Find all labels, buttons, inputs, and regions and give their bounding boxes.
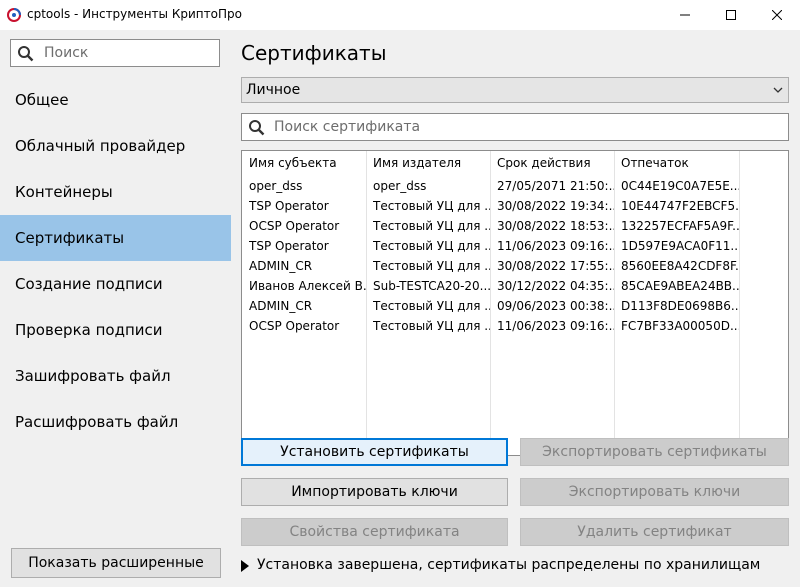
cell-issuer: Тестовый УЦ для ...: [373, 239, 490, 253]
search-icon: [249, 120, 265, 136]
cell-issuer: Тестовый УЦ для ...: [373, 259, 490, 273]
cell-thumbprint: FC7BF33A00050D...: [621, 319, 739, 333]
cell-thumbprint: 85CAE9ABEA24BB...: [621, 279, 739, 293]
cell-subject: TSP Operator: [249, 199, 329, 213]
table-row[interactable]: ADMIN_CR Тестовый УЦ для ... 09/06/2023 …: [242, 297, 788, 317]
column-header-issuer[interactable]: Имя издателя: [373, 156, 490, 170]
export-keys-button[interactable]: Экспортировать ключи: [520, 478, 789, 506]
sidebar-item-cloud-provider[interactable]: Облачный провайдер: [0, 123, 231, 169]
table-row[interactable]: OCSP Operator Тестовый УЦ для ... 30/08/…: [242, 217, 788, 237]
table-row[interactable]: ADMIN_CR Тестовый УЦ для ... 30/08/2022 …: [242, 257, 788, 277]
cell-validity: 30/08/2022 19:34:...: [497, 199, 614, 213]
expand-arrow-icon: [241, 560, 249, 572]
table-row[interactable]: Иванов Алексей В... Sub-TESTCA20-20... 3…: [242, 277, 788, 297]
chevron-down-icon: [773, 87, 783, 93]
cell-subject: OCSP Operator: [249, 319, 340, 333]
cell-issuer: Тестовый УЦ для ...: [373, 199, 490, 213]
column-header-subject[interactable]: Имя субъекта: [249, 156, 366, 170]
sidebar-item-containers[interactable]: Контейнеры: [0, 169, 231, 215]
cell-thumbprint: 0C44E19C0A7E5E...: [621, 179, 739, 193]
close-button[interactable]: [754, 0, 800, 30]
window-title: cptools - Инструменты КриптоПро: [27, 7, 242, 21]
table-row[interactable]: OCSP Operator Тестовый УЦ для ... 11/06/…: [242, 317, 788, 337]
sidebar-search-input[interactable]: Поиск: [10, 39, 220, 67]
certificates-table[interactable]: Имя субъекта Имя издателя Срок действия …: [241, 150, 789, 456]
table-row[interactable]: TSP Operator Тестовый УЦ для ... 11/06/2…: [242, 237, 788, 257]
cell-issuer: Тестовый УЦ для ...: [373, 319, 490, 333]
column-header-validity[interactable]: Срок действия: [497, 156, 614, 170]
cell-thumbprint: D113F8DE0698B6...: [621, 299, 739, 313]
close-icon: [772, 10, 782, 20]
cell-validity: 11/06/2023 09:16:...: [497, 239, 614, 253]
sidebar-item-verify-signature[interactable]: Проверка подписи: [0, 307, 231, 353]
app-logo-icon: [7, 8, 21, 22]
import-keys-button[interactable]: Импортировать ключи: [241, 478, 508, 506]
cell-validity: 11/06/2023 09:16:...: [497, 319, 614, 333]
certificate-search-placeholder: Поиск сертификата: [274, 119, 421, 135]
sidebar-item-encrypt-file[interactable]: Зашифровать файл: [0, 353, 231, 399]
install-certificates-button[interactable]: Установить сертификаты: [241, 438, 508, 466]
sidebar-item-general[interactable]: Общее: [0, 77, 231, 123]
maximize-button[interactable]: [708, 0, 754, 30]
certificate-properties-button[interactable]: Свойства сертификата: [241, 518, 508, 546]
cell-validity: 30/12/2022 04:35:...: [497, 279, 614, 293]
cell-subject: oper_dss: [249, 179, 303, 193]
cell-thumbprint: 10E44747F2EBCF5...: [621, 199, 739, 213]
cell-thumbprint: 132257ECFAF5A9F...: [621, 219, 739, 233]
table-row[interactable]: TSP Operator Тестовый УЦ для ... 30/08/2…: [242, 197, 788, 217]
cell-issuer: oper_dss: [373, 179, 427, 193]
main-panel: Сертификаты Личное Поиск сертификата Имя…: [231, 30, 800, 587]
sidebar: Поиск Общее Облачный провайдер Контейнер…: [0, 30, 231, 587]
sidebar-item-create-signature[interactable]: Создание подписи: [0, 261, 231, 307]
delete-certificate-button[interactable]: Удалить сертификат: [520, 518, 789, 546]
show-advanced-button[interactable]: Показать расширенные: [11, 548, 221, 578]
certificate-search-input[interactable]: Поиск сертификата: [241, 113, 789, 141]
minimize-icon: [680, 14, 690, 16]
sidebar-item-decrypt-file[interactable]: Расшифровать файл: [0, 399, 231, 445]
cell-thumbprint: 1D597E9ACA0F11...: [621, 239, 739, 253]
store-select[interactable]: Личное: [241, 77, 789, 103]
page-title: Сертификаты: [241, 41, 387, 65]
cell-subject: TSP Operator: [249, 239, 329, 253]
cell-validity: 30/08/2022 18:53:...: [497, 219, 614, 233]
cell-issuer: Тестовый УЦ для ...: [373, 219, 490, 233]
store-select-value: Личное: [246, 82, 301, 98]
table-header: Имя субъекта Имя издателя Срок действия …: [242, 151, 788, 177]
cell-validity: 09/06/2023 00:38:...: [497, 299, 614, 313]
sidebar-nav: Общее Облачный провайдер Контейнеры Серт…: [0, 77, 231, 445]
column-header-thumbprint[interactable]: Отпечаток: [621, 156, 739, 170]
sidebar-item-certificates[interactable]: Сертификаты: [0, 215, 231, 261]
table-row[interactable]: oper_dss oper_dss 27/05/2071 21:50:... 0…: [242, 177, 788, 197]
cell-validity: 30/08/2022 17:55:...: [497, 259, 614, 273]
cell-subject: ADMIN_CR: [249, 299, 313, 313]
title-bar: cptools - Инструменты КриптоПро: [0, 0, 800, 30]
cell-issuer: Sub-TESTCA20-20...: [373, 279, 490, 293]
maximize-icon: [726, 10, 736, 20]
cell-subject: ADMIN_CR: [249, 259, 313, 273]
status-message: Установка завершена, сертификаты распред…: [257, 557, 761, 573]
cell-validity: 27/05/2071 21:50:...: [497, 179, 614, 193]
cell-issuer: Тестовый УЦ для ...: [373, 299, 490, 313]
cell-subject: OCSP Operator: [249, 219, 340, 233]
sidebar-search-placeholder: Поиск: [44, 45, 89, 61]
search-icon: [18, 46, 34, 62]
cell-thumbprint: 8560EE8A42CDF8F...: [621, 259, 739, 273]
export-certificates-button[interactable]: Экспортировать сертификаты: [520, 438, 789, 466]
minimize-button[interactable]: [662, 0, 708, 30]
cell-subject: Иванов Алексей В...: [249, 279, 366, 293]
